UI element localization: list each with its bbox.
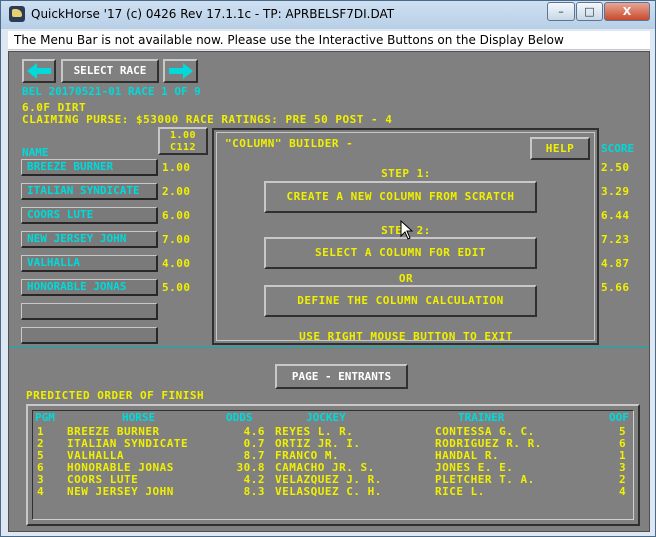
- arrow-right-icon: [168, 63, 193, 79]
- horse-app-icon: [9, 6, 25, 22]
- page-entrants-button[interactable]: PAGE - ENTRANTS: [275, 364, 408, 389]
- select-column-button[interactable]: SELECT A COLUMN FOR EDIT: [264, 237, 537, 269]
- predicted-order-table: PGM HORSE ODDS JOCKEY TRAINER OOF 1 BREE…: [26, 404, 640, 526]
- header-odds: ODDS: [226, 411, 253, 424]
- window-title: QuickHorse '17 (c) 0426 Rev 17.1.1c - TP…: [31, 7, 395, 21]
- entrant-button-empty-1[interactable]: [21, 303, 158, 320]
- arrow-left-icon: [27, 63, 51, 79]
- predicted-table-inner: PGM HORSE ODDS JOCKEY TRAINER OOF 1 BREE…: [32, 410, 634, 520]
- next-race-button[interactable]: [163, 59, 198, 83]
- entrant-button-1[interactable]: BREEZE BURNER: [21, 159, 158, 176]
- header-oof: OOF: [609, 411, 629, 424]
- predicted-title: PREDICTED ORDER OF FINISH: [26, 389, 205, 402]
- column-header-button[interactable]: 1.00 C112: [158, 127, 208, 155]
- select-race-button[interactable]: SELECT RACE: [61, 59, 159, 83]
- header-jockey: JOCKEY: [306, 411, 346, 424]
- table-row-6-horse: NEW JERSEY JOHN: [67, 485, 174, 498]
- entrant-button-empty-2[interactable]: [21, 327, 158, 344]
- entrant-button-2[interactable]: ITALIAN SYNDICATE: [21, 183, 158, 200]
- exit-hint: USE RIGHT MOUSE BUTTON TO EXIT: [299, 330, 513, 343]
- table-row-6-oof: 4: [619, 485, 627, 498]
- race-purse-line: CLAIMING PURSE: $53000 RACE RATINGS: PRE…: [22, 113, 393, 126]
- previous-race-button[interactable]: [22, 59, 56, 83]
- entrant-button-4[interactable]: NEW JERSEY JOHN: [21, 231, 158, 248]
- entrant-score-6: 5.66: [601, 281, 630, 294]
- column-header-code: C112: [169, 142, 197, 153]
- mouse-cursor-icon: [400, 220, 414, 240]
- header-pgm: PGM: [35, 411, 55, 424]
- table-row-6-pgm: 4: [37, 485, 45, 498]
- entrant-score-1: 2.50: [601, 161, 630, 174]
- entrant-value-2: 2.00: [162, 185, 191, 198]
- header-trainer: TRAINER: [458, 411, 505, 424]
- entrant-score-3: 6.44: [601, 209, 630, 222]
- title-bar[interactable]: QuickHorse '17 (c) 0426 Rev 17.1.1c - TP…: [1, 1, 655, 29]
- column-header-value: 1.00: [169, 130, 197, 141]
- entrant-value-3: 6.00: [162, 209, 191, 222]
- score-column-header: SCORE: [601, 142, 635, 155]
- entrant-value-6: 5.00: [162, 281, 191, 294]
- entrant-button-3[interactable]: COORS LUTE: [21, 207, 158, 224]
- step1-label: STEP 1:: [381, 167, 431, 180]
- name-column-header: NAME: [22, 146, 49, 159]
- table-row-6-trainer: RICE L.: [435, 485, 485, 498]
- or-label: OR: [398, 272, 414, 285]
- create-column-button[interactable]: CREATE A NEW COLUMN FROM SCRATCH: [264, 181, 537, 213]
- table-row-6-odds: 8.3: [243, 485, 265, 498]
- entrant-button-6[interactable]: HONORABLE JONAS: [21, 279, 158, 296]
- entrant-value-1: 1.00: [162, 161, 191, 174]
- menu-bar-notice: The Menu Bar is not available now. Pleas…: [8, 31, 650, 50]
- header-horse: HORSE: [122, 411, 156, 424]
- entrant-value-5: 4.00: [162, 257, 191, 270]
- entrant-button-5[interactable]: VALHALLA: [21, 255, 158, 272]
- entrant-score-5: 4.87: [601, 257, 630, 270]
- entrant-score-2: 3.29: [601, 185, 630, 198]
- section-divider: [9, 347, 649, 348]
- close-button[interactable]: X: [604, 2, 650, 21]
- race-id-line: BEL 20170521-01 RACE 1 OF 9: [22, 85, 201, 98]
- builder-title: "COLUMN" BUILDER -: [225, 137, 354, 150]
- minimize-button[interactable]: –: [547, 2, 575, 21]
- entrant-value-4: 7.00: [162, 233, 191, 246]
- maximize-button[interactable]: □: [576, 2, 603, 21]
- define-calculation-button[interactable]: DEFINE THE COLUMN CALCULATION: [264, 285, 537, 317]
- app-window: QuickHorse '17 (c) 0426 Rev 17.1.1c - TP…: [0, 0, 656, 537]
- table-row-6-jockey: VELASQUEZ C. H.: [275, 485, 382, 498]
- entrant-score-4: 7.23: [601, 233, 630, 246]
- display-area: SELECT RACE BEL 20170521-01 RACE 1 OF 9 …: [8, 51, 650, 532]
- help-button[interactable]: HELP: [530, 137, 590, 160]
